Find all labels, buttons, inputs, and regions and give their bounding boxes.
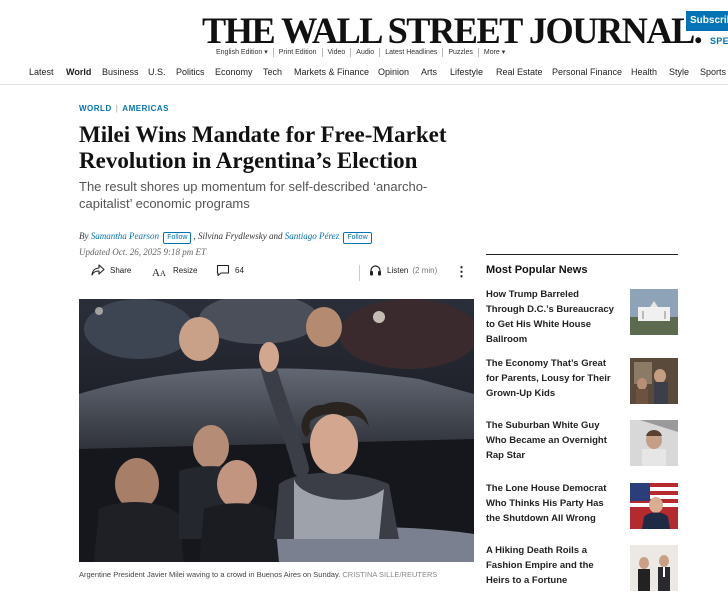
popular-headline[interactable]: A Hiking Death Roils a Fashion Empire an… bbox=[486, 543, 616, 588]
popular-headline[interactable]: The Lone House Democrat Who Thinks His P… bbox=[486, 481, 616, 526]
article-photo bbox=[79, 299, 474, 562]
link-latest-headlines[interactable]: Latest Headlines bbox=[379, 48, 442, 57]
sign-in-link[interactable]: SPE bbox=[710, 36, 728, 46]
svg-text:A: A bbox=[152, 267, 160, 277]
popular-thumbnail[interactable] bbox=[630, 289, 678, 335]
resize-button[interactable]: AA Resize bbox=[152, 264, 197, 277]
nav-item-real-estate[interactable]: Real Estate bbox=[496, 67, 543, 77]
article-headline: Milei Wins Mandate for Free-Market Revol… bbox=[79, 122, 447, 173]
popular-item[interactable]: The Lone House Democrat Who Thinks His P… bbox=[486, 481, 678, 543]
wsj-logo[interactable]: THE WALL STREET JOURNAL. bbox=[202, 10, 703, 53]
svg-text:A: A bbox=[160, 269, 166, 277]
section-nav: Latest World Business U.S. Politics Econ… bbox=[0, 67, 728, 85]
comment-icon bbox=[216, 264, 230, 277]
nav-item-style[interactable]: Style bbox=[669, 67, 689, 77]
article-dek: The result shores up momentum for self-d… bbox=[79, 179, 428, 211]
masthead: THE WALL STREET JOURNAL. bbox=[0, 6, 728, 53]
popular-item[interactable]: How Trump Barreled Through D.C.’s Bureau… bbox=[486, 287, 678, 350]
text-resize-icon: AA bbox=[152, 267, 166, 277]
nav-item-us[interactable]: U.S. bbox=[148, 67, 166, 77]
nav-item-lifestyle[interactable]: Lifestyle bbox=[450, 67, 483, 77]
follow-button-pearson[interactable]: Follow bbox=[163, 232, 192, 244]
nav-item-tech[interactable]: Tech bbox=[263, 67, 282, 77]
link-more[interactable]: More ▾ bbox=[477, 48, 510, 57]
headphones-icon bbox=[370, 265, 381, 276]
congressman-thumbnail bbox=[630, 483, 678, 529]
popular-thumbnail[interactable] bbox=[630, 483, 678, 529]
byline: By Samantha Pearson Follow, Silvina Fryd… bbox=[79, 231, 374, 244]
photo-caption: Argentine President Javier Milei waving … bbox=[79, 570, 438, 579]
edition-print[interactable]: Print Edition bbox=[272, 48, 322, 57]
family-room-thumbnail bbox=[630, 358, 678, 404]
subscribe-button[interactable]: Subscribe bbox=[686, 11, 728, 31]
comment-count: 64 bbox=[235, 266, 244, 275]
sidebar-top-rule bbox=[486, 254, 678, 255]
listen-duration: (2 min) bbox=[412, 265, 438, 275]
breadcrumb-americas[interactable]: AMERICAS bbox=[122, 104, 169, 113]
most-popular-title: Most Popular News bbox=[486, 264, 588, 276]
photo-credit: CRISTINA SILLE/REUTERS bbox=[342, 570, 438, 579]
nav-item-arts[interactable]: Arts bbox=[421, 67, 437, 77]
breadcrumb: WORLD | AMERICAS bbox=[79, 104, 169, 113]
edition-english[interactable]: English Edition ▾ bbox=[216, 48, 273, 57]
updated-timestamp: Updated Oct. 26, 2025 9:18 pm ET bbox=[79, 247, 206, 257]
popular-item[interactable]: The Suburban White Guy Who Became an Ove… bbox=[486, 418, 678, 480]
popular-thumbnail[interactable] bbox=[630, 545, 678, 591]
popular-thumbnail[interactable] bbox=[630, 420, 678, 466]
nav-item-health[interactable]: Health bbox=[631, 67, 657, 77]
popular-thumbnail[interactable] bbox=[630, 358, 678, 404]
popular-headline[interactable]: The Economy That’s Great for Parents, Lo… bbox=[486, 356, 616, 401]
nav-item-markets[interactable]: Markets & Finance bbox=[294, 67, 369, 77]
nav-item-business[interactable]: Business bbox=[102, 67, 139, 77]
nav-item-opinion[interactable]: Opinion bbox=[378, 67, 409, 77]
link-video[interactable]: Video bbox=[321, 48, 351, 57]
listen-button[interactable]: Listen (2 min) bbox=[369, 264, 437, 276]
popular-headline[interactable]: How Trump Barreled Through D.C.’s Bureau… bbox=[486, 287, 616, 347]
article-toolbar: Share AA Resize 64 Listen (2 min) ⋮ bbox=[79, 264, 474, 282]
nav-item-sports[interactable]: Sports bbox=[700, 67, 726, 77]
popular-item[interactable]: A Hiking Death Roils a Fashion Empire an… bbox=[486, 543, 678, 602]
popular-headline[interactable]: The Suburban White Guy Who Became an Ove… bbox=[486, 418, 616, 463]
author-link-pearson[interactable]: Samantha Pearson bbox=[91, 231, 159, 241]
comments-button[interactable]: 64 bbox=[216, 264, 244, 277]
edition-links: English Edition ▾ Print Edition Video Au… bbox=[216, 48, 510, 57]
nav-item-politics[interactable]: Politics bbox=[176, 67, 205, 77]
author-link-perez[interactable]: Santiago Pérez bbox=[285, 231, 339, 241]
breadcrumb-world[interactable]: WORLD bbox=[79, 104, 112, 113]
white-house-thumbnail bbox=[630, 289, 678, 335]
follow-button-perez[interactable]: Follow bbox=[343, 232, 372, 244]
share-icon bbox=[91, 264, 105, 276]
photo-milei-crowd bbox=[79, 299, 474, 562]
toolbar-divider bbox=[359, 265, 360, 281]
share-button[interactable]: Share bbox=[91, 264, 131, 276]
rapper-thumbnail bbox=[630, 420, 678, 466]
nav-item-world[interactable]: World bbox=[66, 67, 91, 77]
nav-item-latest[interactable]: Latest bbox=[29, 67, 54, 77]
popular-item[interactable]: The Economy That’s Great for Parents, Lo… bbox=[486, 356, 678, 418]
more-options-icon[interactable]: ⋮ bbox=[455, 264, 468, 280]
nav-item-economy[interactable]: Economy bbox=[215, 67, 253, 77]
nav-item-personal-finance[interactable]: Personal Finance bbox=[552, 67, 622, 77]
fashion-heirs-thumbnail bbox=[630, 545, 678, 591]
link-puzzles[interactable]: Puzzles bbox=[442, 48, 478, 57]
link-audio[interactable]: Audio bbox=[350, 48, 379, 57]
